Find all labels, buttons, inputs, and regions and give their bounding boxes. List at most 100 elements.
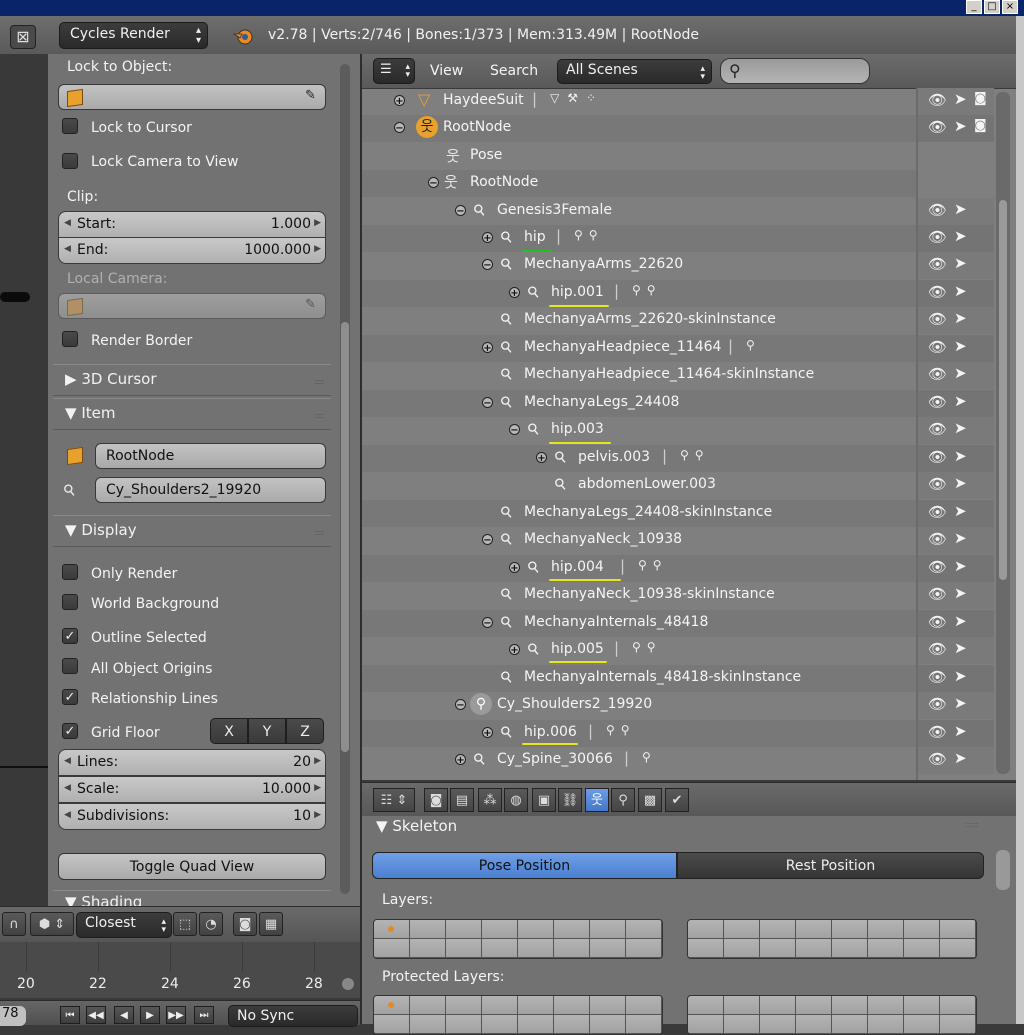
selectable-cursor-icon[interactable]: ➤ bbox=[954, 722, 967, 740]
selectable-cursor-icon[interactable]: ➤ bbox=[954, 309, 967, 327]
selectable-cursor-icon[interactable]: ➤ bbox=[954, 667, 967, 685]
npanel-scrollbar[interactable] bbox=[340, 64, 350, 894]
increment-arrow-icon[interactable]: ▶ bbox=[314, 218, 321, 228]
panel-3d-cursor-header[interactable]: ▶ 3D Cursor ::::: bbox=[53, 364, 331, 396]
outliner-row[interactable]: − ⚲ MechanyaLegs_24408 bbox=[362, 390, 916, 417]
visibility-eye-icon[interactable]: 👁 bbox=[928, 695, 947, 713]
skeleton-panel-header[interactable]: ▼ Skeleton bbox=[376, 817, 457, 835]
outliner-item-name[interactable]: Cy_Shoulders2_19920 bbox=[497, 696, 652, 712]
expand-icon[interactable]: + bbox=[482, 342, 493, 354]
toggle-quad-view-button[interactable]: Toggle Quad View bbox=[58, 853, 326, 880]
outliner-row[interactable]: + ⚲ pelvis.003 | ⚲⚲ bbox=[362, 445, 916, 472]
constraints-tab-icon[interactable]: ⛓ bbox=[558, 788, 582, 812]
visibility-eye-icon[interactable]: 👁 bbox=[928, 420, 947, 438]
selectable-cursor-icon[interactable]: ➤ bbox=[954, 474, 967, 492]
outliner-item-name[interactable]: hip.005 bbox=[551, 641, 604, 657]
layer-toggle[interactable] bbox=[374, 996, 410, 1015]
layer-toggle[interactable] bbox=[724, 996, 760, 1015]
layer-toggle[interactable] bbox=[760, 939, 796, 958]
layer-toggle[interactable] bbox=[940, 996, 976, 1015]
snap-magnet-icon[interactable]: ∩ bbox=[2, 912, 26, 936]
outliner-item-name[interactable]: MechanyaLegs_24408 bbox=[524, 394, 679, 410]
outliner-item-name[interactable]: Pose bbox=[470, 147, 502, 163]
visibility-eye-icon[interactable]: 👁 bbox=[928, 640, 947, 658]
decrement-arrow-icon[interactable]: ◀ bbox=[64, 810, 71, 820]
expand-icon[interactable]: + bbox=[455, 754, 466, 766]
outliner-item-name[interactable]: MechanyaNeck_10938-skinInstance bbox=[524, 586, 775, 602]
outliner-item-name[interactable]: MechanyaInternals_48418-skinInstance bbox=[524, 669, 801, 685]
expand-icon[interactable]: + bbox=[509, 287, 520, 299]
outliner-item-name[interactable]: MechanyaLegs_24408-skinInstance bbox=[524, 504, 772, 520]
close-window-icon[interactable]: × bbox=[1002, 0, 1018, 14]
all-object-origins-checkbox[interactable] bbox=[62, 658, 78, 674]
collapse-icon[interactable]: − bbox=[455, 699, 466, 711]
increment-arrow-icon[interactable]: ▶ bbox=[314, 244, 321, 254]
drag-grip-icon[interactable]: ::::: bbox=[315, 411, 325, 420]
editor-type-close-icon[interactable]: ⊠ bbox=[10, 25, 36, 49]
outliner-item-name[interactable]: hip bbox=[524, 229, 546, 245]
layer-toggle[interactable] bbox=[554, 1015, 590, 1034]
layer-toggle[interactable] bbox=[374, 939, 410, 958]
outliner-row[interactable]: ⚲ MechanyaArms_22620-skinInstance bbox=[362, 307, 916, 334]
collapse-icon[interactable]: − bbox=[428, 177, 439, 189]
outliner-row[interactable]: + ⚲ hip.001 | ⚲⚲ bbox=[362, 280, 916, 307]
local-camera-field[interactable]: ✎ bbox=[58, 293, 326, 319]
selectable-cursor-icon[interactable]: ➤ bbox=[954, 227, 967, 245]
outliner-row[interactable]: + ⚲ MechanyaHeadpiece_11464 | ⚲ bbox=[362, 335, 916, 362]
eyedropper-icon[interactable]: ✎ bbox=[305, 88, 319, 103]
collapse-icon[interactable]: − bbox=[394, 122, 405, 134]
selectable-cursor-icon[interactable]: ➤ bbox=[954, 282, 967, 300]
expand-icon[interactable]: + bbox=[536, 452, 547, 464]
layer-toggle[interactable] bbox=[688, 920, 724, 939]
outliner-row[interactable]: − ⚲ Genesis3Female bbox=[362, 198, 916, 225]
visibility-eye-icon[interactable]: 👁 bbox=[928, 668, 947, 686]
layer-toggle[interactable] bbox=[760, 920, 796, 939]
selectable-cursor-icon[interactable]: ➤ bbox=[954, 254, 967, 272]
outliner-item-name[interactable]: Genesis3Female bbox=[497, 202, 612, 218]
layer-toggle[interactable] bbox=[724, 939, 760, 958]
collapse-icon[interactable]: − bbox=[482, 397, 493, 409]
item-object-name-field[interactable]: RootNode bbox=[95, 443, 326, 469]
outliner-row[interactable]: + ▽ HaydeeSuit | ▽⚒⁘ bbox=[362, 88, 916, 115]
panel-shading-header[interactable]: ▼ Shading bbox=[53, 890, 331, 906]
selectable-cursor-icon[interactable]: ➤ bbox=[954, 612, 967, 630]
visibility-eye-icon[interactable]: 👁 bbox=[928, 338, 947, 356]
3d-viewport[interactable] bbox=[0, 54, 48, 906]
layer-toggle[interactable] bbox=[760, 996, 796, 1015]
world-tab-icon[interactable]: ◍ bbox=[504, 788, 528, 812]
layer-toggle[interactable] bbox=[446, 920, 482, 939]
visibility-eye-icon[interactable]: 👁 bbox=[928, 393, 947, 411]
increment-arrow-icon[interactable]: ▶ bbox=[314, 756, 321, 766]
layer-toggle[interactable] bbox=[446, 1015, 482, 1034]
layer-toggle[interactable] bbox=[940, 939, 976, 958]
layer-toggle[interactable] bbox=[482, 996, 518, 1015]
outliner-item-name[interactable]: MechanyaHeadpiece_11464-skinInstance bbox=[524, 366, 814, 382]
visibility-eye-icon[interactable]: 👁 bbox=[928, 255, 947, 273]
menu-search[interactable]: Search bbox=[490, 63, 538, 79]
visibility-eye-icon[interactable]: 👁 bbox=[928, 283, 947, 301]
scene-tab-icon[interactable]: ⁂ bbox=[478, 788, 502, 812]
outliner-row[interactable]: + ⚲ hip.005 | ⚲⚲ bbox=[362, 637, 916, 664]
outliner-item-name[interactable]: MechanyaNeck_10938 bbox=[524, 531, 682, 547]
visibility-eye-icon[interactable]: 👁 bbox=[928, 201, 947, 219]
grid-lines-field[interactable]: ◀ Lines: 20 ▶ bbox=[58, 749, 326, 776]
visibility-eye-icon[interactable]: 👁 bbox=[928, 448, 947, 466]
snap-target-dropdown[interactable]: Closest ▴ ▾ bbox=[76, 912, 172, 938]
layer-toggle[interactable] bbox=[796, 939, 832, 958]
layer-toggle[interactable] bbox=[796, 996, 832, 1015]
item-bone-name-field[interactable]: Cy_Shoulders2_19920 bbox=[95, 477, 326, 503]
visibility-eye-icon[interactable]: 👁 bbox=[928, 585, 947, 603]
selectable-cursor-icon[interactable]: ➤ bbox=[954, 90, 967, 108]
clip-start-field[interactable]: ◀ Start: 1.000 ▶ bbox=[58, 211, 326, 238]
layer-toggle[interactable] bbox=[482, 920, 518, 939]
layer-toggle[interactable] bbox=[410, 939, 446, 958]
expand-icon[interactable]: + bbox=[509, 644, 520, 656]
layer-toggle[interactable] bbox=[832, 920, 868, 939]
scrollbar-thumb[interactable] bbox=[999, 200, 1007, 580]
layer-toggle[interactable] bbox=[410, 996, 446, 1015]
outliner-item-name[interactable]: hip.006 bbox=[524, 724, 577, 740]
layer-toggle[interactable] bbox=[688, 1015, 724, 1034]
relationship-lines-checkbox[interactable]: ✓ bbox=[62, 689, 78, 705]
outliner-row[interactable]: + ⚲ Cy_Spine_30066 | ⚲ bbox=[362, 747, 916, 774]
outliner-row[interactable]: − ⚲ hip.003 bbox=[362, 417, 916, 444]
